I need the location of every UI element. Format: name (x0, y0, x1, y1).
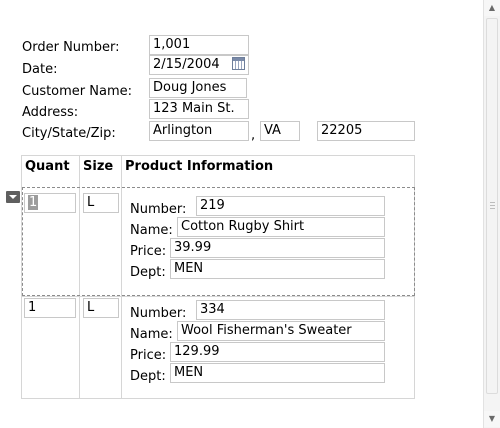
quantity-field[interactable]: 1 (24, 298, 76, 318)
price-label: Price: (130, 244, 167, 259)
state-field[interactable]: VA (260, 121, 300, 141)
product-number-field[interactable]: 334 (196, 300, 385, 320)
vertical-scrollbar[interactable]: ▲ ▼ (483, 0, 500, 428)
zip-field[interactable]: 22205 (317, 121, 415, 141)
city-state-separator: , (251, 128, 256, 143)
customer-name-label: Customer Name: (22, 84, 133, 99)
table-bottom-border (21, 398, 415, 399)
city-field[interactable]: Arlington (149, 121, 249, 141)
product-number-field[interactable]: 219 (196, 196, 385, 216)
dept-label: Dept: (130, 265, 166, 280)
calendar-icon[interactable] (232, 57, 245, 70)
price-field[interactable]: 39.99 (170, 238, 385, 258)
number-label: Number: (130, 306, 187, 321)
name-label: Name: (130, 327, 173, 342)
name-label: Name: (130, 223, 173, 238)
column-header-size[interactable]: Size (83, 159, 113, 175)
dept-field[interactable]: MEN (170, 363, 385, 383)
customer-name-field[interactable]: Doug Jones (149, 78, 247, 98)
scrollbar-thumb[interactable] (486, 18, 498, 394)
column-header-product-information[interactable]: Product Information (125, 159, 273, 175)
order-number-label: Order Number: (22, 40, 120, 55)
product-name-field[interactable]: Wool Fisherman's Sweater (177, 321, 385, 341)
scroll-up-arrow-icon[interactable]: ▲ (484, 0, 500, 16)
dept-field[interactable]: MEN (170, 259, 385, 279)
date-value: 2/15/2004 (153, 57, 220, 72)
price-field[interactable]: 129.99 (170, 342, 385, 362)
city-state-zip-label: City/State/Zip: (22, 126, 116, 141)
table-top-border (21, 155, 415, 156)
size-field[interactable]: L (83, 298, 119, 318)
address-field[interactable]: 123 Main St. (149, 99, 249, 119)
order-number-field[interactable]: 1,001 (149, 35, 249, 55)
price-label: Price: (130, 348, 167, 363)
scrollbar-grip-icon (490, 202, 495, 210)
scroll-down-arrow-icon[interactable]: ▼ (484, 411, 500, 427)
product-name-field[interactable]: Cotton Rugby Shirt (177, 217, 385, 237)
column-header-quant[interactable]: Quant (25, 159, 70, 175)
row-separator (21, 296, 415, 297)
date-label: Date: (22, 62, 58, 77)
address-label: Address: (22, 105, 79, 120)
quantity-field[interactable]: 1 (24, 193, 76, 213)
quantity-value: 1 (28, 195, 39, 210)
size-field[interactable]: L (83, 193, 119, 213)
dropdown-menu-icon[interactable] (6, 191, 20, 203)
dept-label: Dept: (130, 369, 166, 384)
number-label: Number: (130, 202, 187, 217)
